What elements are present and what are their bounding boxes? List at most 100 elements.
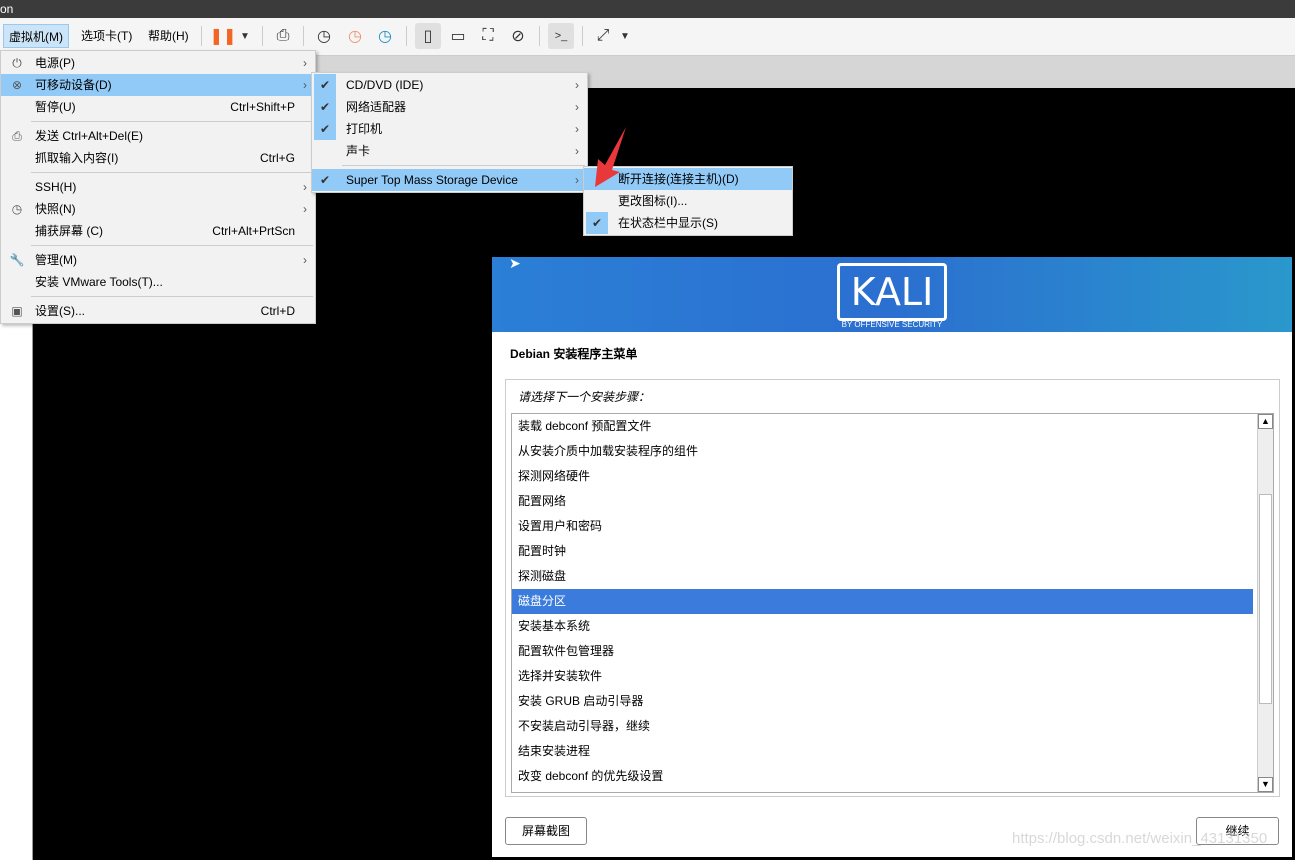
chevron-right-icon: › — [303, 78, 307, 92]
menu-item[interactable]: 声卡 › — [312, 140, 587, 162]
show-library-icon[interactable]: ▯ — [415, 23, 441, 49]
menu-item[interactable]: 暂停(U) Ctrl+Shift+P — [1, 96, 315, 118]
screenshot-button[interactable]: 屏幕截图 — [505, 817, 587, 845]
list-item[interactable]: 改变 debconf 的优先级设置 — [512, 764, 1253, 789]
window-title: on — [0, 2, 14, 16]
list-item[interactable]: 磁盘分区 — [512, 589, 1253, 614]
menu-item[interactable]: ✔ 在状态栏中显示(S) — [584, 212, 792, 234]
menu-item-label: CD/DVD (IDE) — [346, 78, 424, 92]
list-item[interactable]: 探测磁盘 — [512, 564, 1253, 589]
list-item[interactable]: 设置用户和密码 — [512, 514, 1253, 539]
list-item[interactable]: 从安装介质中加载安装程序的组件 — [512, 439, 1253, 464]
menu-item-label: 电源(P) — [35, 56, 75, 70]
thumbnail-bar-icon[interactable]: ▭ — [445, 23, 471, 49]
menu-item-label: 设置(S)... — [35, 304, 85, 318]
list-item[interactable]: 配置网络 — [512, 489, 1253, 514]
menu-item[interactable]: 更改图标(I)... — [584, 190, 792, 212]
menu-item-label: 快照(N) — [35, 202, 76, 216]
fullscreen-icon[interactable]: ⛶ — [475, 23, 501, 49]
snapshot-icon[interactable]: ◷ — [311, 23, 337, 49]
chevron-right-icon: › — [575, 144, 579, 158]
removable-device-icon: ⊗ — [11, 78, 23, 92]
chevron-right-icon: › — [303, 180, 307, 194]
list-item[interactable]: 安装 GRUB 启动引导器 — [512, 689, 1253, 714]
menu-item-label: Super Top Mass Storage Device — [346, 173, 518, 187]
kali-banner: KALI BY OFFENSIVE SECURITY — [492, 257, 1292, 332]
menu-item-shortcut: Ctrl+Alt+PrtScn — [212, 224, 295, 238]
menu-help[interactable]: 帮助(H) — [143, 24, 194, 48]
menu-item[interactable]: 捕获屏幕 (C) Ctrl+Alt+PrtScn — [1, 220, 315, 242]
console-icon[interactable]: >_ — [548, 23, 574, 49]
menu-item[interactable]: ⏻ 电源(P) › — [1, 52, 315, 74]
chevron-right-icon: › — [303, 56, 307, 70]
chevron-right-icon: › — [575, 122, 579, 136]
menu-item[interactable]: 安装 VMware Tools(T)... — [1, 271, 315, 293]
menu-item[interactable]: ✔ CD/DVD (IDE) › — [312, 74, 587, 96]
menu-item-label: 发送 Ctrl+Alt+Del(E) — [35, 129, 144, 143]
vm-menu: ⏻ 电源(P) › ⊗ 可移动设备(D) › 暂停(U) Ctrl+Shift+P ⎙ 发送 Ct… — [0, 50, 316, 324]
menu-item-label: 声卡 — [346, 144, 371, 158]
list-item[interactable]: 配置软件包管理器 — [512, 639, 1253, 664]
chevron-right-icon: › — [303, 202, 307, 216]
scroll-up-icon[interactable]: ▲ — [1258, 414, 1273, 429]
power-icon: ⏻ — [12, 56, 22, 70]
menu-item-label: 断开连接(连接主机)(D) — [618, 172, 739, 186]
removable-devices-menu: ✔ CD/DVD (IDE) › ✔ 网络适配器 › ✔ 打印机 › 声卡 › ✔ Super Top … — [311, 72, 588, 193]
chevron-right-icon: › — [575, 78, 579, 92]
chevron-down-icon[interactable]: ▼ — [232, 23, 258, 49]
installer-window: KALI BY OFFENSIVE SECURITY Debian 安装程序主菜… — [492, 257, 1292, 857]
menu-item[interactable]: ✔ 网络适配器 › — [312, 96, 587, 118]
unity-icon[interactable]: ⊘ — [505, 23, 531, 49]
list-item[interactable]: 选择并安装软件 — [512, 664, 1253, 689]
menu-item-label: 可移动设备(D) — [35, 78, 112, 92]
menu-item[interactable]: ◷ 快照(N) › — [1, 198, 315, 220]
check-icon: ✔ — [586, 212, 608, 234]
check-icon: ✔ — [314, 74, 336, 96]
chevron-right-icon: › — [303, 253, 307, 267]
menu-item[interactable]: ⊗ 可移动设备(D) › — [1, 74, 315, 96]
scroll-down-icon[interactable]: ▼ — [1258, 777, 1273, 792]
send-ctrl-alt-del-icon[interactable]: ⎙ — [270, 23, 296, 49]
menu-item[interactable]: SSH(H) › — [1, 176, 315, 198]
scroll-thumb[interactable] — [1259, 494, 1272, 704]
chevron-right-icon: › — [575, 173, 579, 187]
check-icon: ✔ — [314, 169, 336, 191]
menu-item[interactable]: 🔧 管理(M) › — [1, 249, 315, 271]
menu-tabs[interactable]: 选项卡(T) — [76, 24, 137, 48]
check-icon: ✔ — [314, 118, 336, 140]
menu-item-label: 打印机 — [346, 122, 383, 136]
scrollbar[interactable]: ▲ ▼ — [1257, 414, 1273, 792]
step-prompt: 请选择下一个安装步骤： — [518, 390, 651, 404]
chevron-down-icon[interactable]: ▼ — [612, 23, 638, 49]
menu-item-label: 安装 VMware Tools(T)... — [35, 275, 163, 289]
snapshot-icon: ◷ — [11, 202, 23, 216]
list-item[interactable]: 探测网络硬件 — [512, 464, 1253, 489]
menu-item[interactable]: ▣ 设置(S)... Ctrl+D — [1, 300, 315, 322]
menu-vm[interactable]: 虚拟机(M) — [3, 24, 69, 48]
menu-item-label: 抓取输入内容(I) — [35, 151, 119, 165]
mouse-cursor-icon: ➤ — [509, 255, 521, 271]
list-item[interactable]: 不安装启动引导器，继续 — [512, 714, 1253, 739]
menu-item-shortcut: Ctrl+Shift+P — [230, 100, 295, 114]
kali-logo: KALI — [837, 263, 947, 321]
menu-item[interactable]: ✔ 打印机 › — [312, 118, 587, 140]
menu-item[interactable]: 抓取输入内容(I) Ctrl+G — [1, 147, 315, 169]
menu-item-shortcut: Ctrl+D — [260, 304, 295, 318]
snapshot-manager-icon[interactable]: ◷ — [372, 23, 398, 49]
menu-separator — [31, 172, 313, 173]
menu-item[interactable]: ⎙ 发送 Ctrl+Alt+Del(E) — [1, 125, 315, 147]
menu-item-label: 暂停(U) — [35, 100, 76, 114]
annotation-arrow — [595, 127, 626, 187]
menu-separator — [342, 165, 585, 166]
list-item[interactable]: 结束安装进程 — [512, 739, 1253, 764]
step-list[interactable]: 装载 debconf 预配置文件 从安装介质中加载安装程序的组件 探测网络硬件 配置网… — [511, 413, 1274, 793]
menu-item-label: 捕获屏幕 (C) — [35, 224, 103, 238]
menu-separator — [31, 296, 313, 297]
menu-item-label: SSH(H) — [35, 180, 77, 194]
revert-snapshot-icon[interactable]: ◷ — [342, 23, 368, 49]
menu-item[interactable]: ✔ Super Top Mass Storage Device › — [312, 169, 587, 191]
list-item[interactable]: 配置时钟 — [512, 539, 1253, 564]
menu-item-label: 在状态栏中显示(S) — [618, 216, 718, 230]
list-item[interactable]: 安装基本系统 — [512, 614, 1253, 639]
list-item[interactable]: 装载 debconf 预配置文件 — [512, 414, 1253, 439]
